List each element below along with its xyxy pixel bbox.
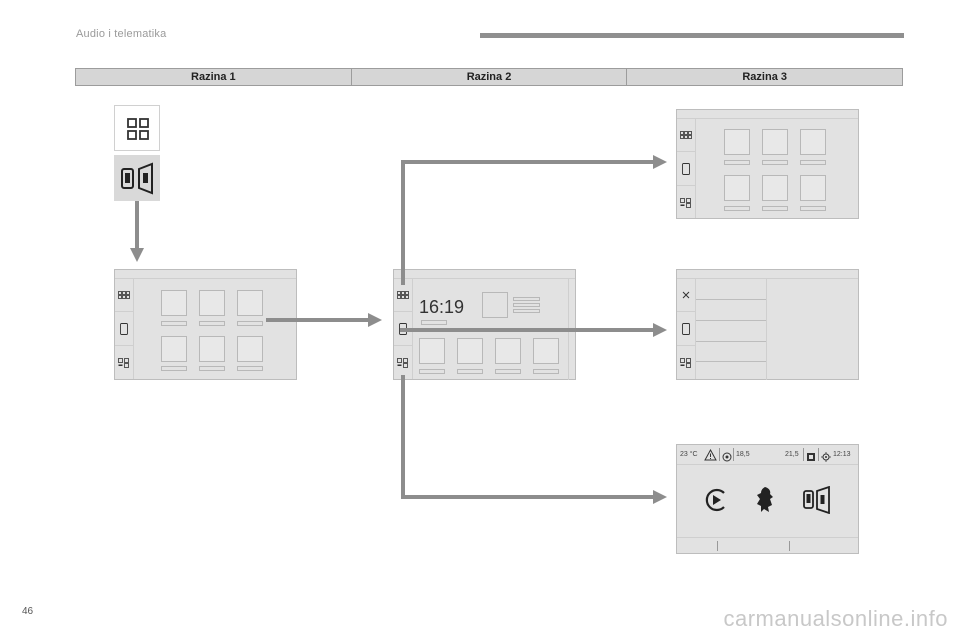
- watermark: carmanualsonline.info: [723, 606, 948, 631]
- page-number: 46: [22, 606, 34, 617]
- flow-arrows: [130, 155, 667, 504]
